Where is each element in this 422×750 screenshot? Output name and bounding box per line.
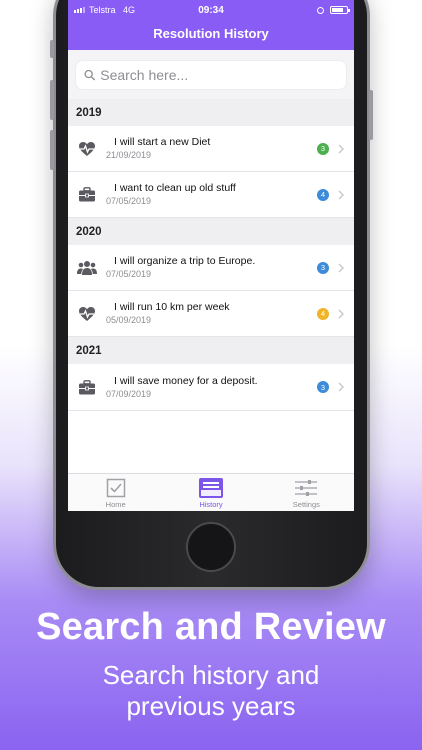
briefcase-icon: [68, 379, 106, 395]
list-item-text: I will start a new Diet 21/09/2019: [106, 136, 317, 161]
section-header-2020: 2020: [68, 218, 354, 245]
caption-headline: Search and Review: [36, 606, 386, 648]
chevron-right-icon: [338, 190, 344, 199]
home-button[interactable]: [186, 522, 236, 572]
page-title: Resolution History: [153, 26, 269, 41]
list-item-text: I want to clean up old stuff 07/05/2019: [106, 182, 317, 207]
chevron-right-icon: [338, 263, 344, 272]
tab-home[interactable]: Home: [68, 474, 163, 511]
tab-home-label: Home: [105, 500, 126, 509]
list-item[interactable]: I want to clean up old stuff 07/05/2019 4: [68, 172, 354, 218]
tab-history-label: History: [199, 500, 223, 509]
list-item-title: I will run 10 km per week: [114, 301, 230, 313]
list-item[interactable]: I will start a new Diet 21/09/2019 3: [68, 126, 354, 172]
list-item[interactable]: I will organize a trip to Europe. 07/05/2…: [68, 245, 354, 291]
resolution-list: 2019 I will start a new Diet 21/09/2019 3 I …: [68, 99, 354, 410]
count-badge: 3: [317, 381, 329, 393]
tab-bar: Home History Settings: [68, 473, 354, 511]
count-badge: 4: [317, 307, 329, 320]
checkbox-icon: [106, 478, 125, 498]
power-button: [369, 90, 373, 140]
heartbeat-icon: [68, 141, 106, 157]
list-item[interactable]: I will save money for a deposit. 07/09/20…: [68, 364, 354, 410]
tab-settings[interactable]: Settings: [259, 474, 354, 511]
battery-icon: [330, 6, 350, 14]
list-item-text: I will organize a trip to Europe. 07/05/2…: [106, 255, 317, 280]
search-input[interactable]: [100, 67, 338, 83]
list-divider: [68, 410, 354, 411]
status-bar: Telstra 4G 09:34: [68, 0, 354, 20]
tab-settings-label: Settings: [292, 500, 320, 509]
sliders-icon: [295, 480, 318, 496]
count-badge: 4: [317, 188, 329, 201]
briefcase-icon: [68, 187, 106, 202]
list-item-date: 07/05/2019: [106, 196, 152, 206]
volume-down-button: [50, 130, 54, 170]
search-icon: [84, 69, 96, 81]
list-item-date: 07/09/2019: [106, 388, 152, 399]
navigation-bar: Telstra 4G 09:34 Resolution History: [68, 0, 354, 50]
people-icon: [68, 260, 106, 276]
list-item-title: I will organize a trip to Europe.: [114, 255, 256, 267]
chevron-right-icon: [338, 144, 344, 153]
section-header-2021: 2021: [68, 337, 354, 364]
status-time: 09:34: [198, 4, 224, 16]
tab-history[interactable]: History: [163, 474, 258, 511]
list-item-date: 05/09/2019: [106, 315, 152, 325]
mute-switch: [50, 40, 54, 58]
count-badge: 3: [317, 261, 329, 274]
search-field-container[interactable]: [75, 60, 347, 90]
list-item-text: I will run 10 km per week 05/09/2019: [106, 301, 317, 326]
list-item-title: I will start a new Diet: [114, 136, 211, 148]
count-badge: 3: [317, 142, 329, 155]
list-item[interactable]: I will run 10 km per week 05/09/2019 4: [68, 291, 354, 337]
search-bar: [68, 50, 354, 99]
chevron-right-icon: [338, 309, 344, 318]
app-screen: Telstra 4G 09:34 Resolution History 2019…: [68, 0, 354, 511]
caption-subline: Search history and previous years: [102, 660, 320, 721]
inbox-icon: [198, 478, 223, 498]
section-header-2019: 2019: [68, 99, 354, 126]
volume-up-button: [50, 80, 54, 120]
list-item-date: 07/05/2019: [106, 269, 152, 279]
list-item-title: I want to clean up old stuff: [114, 182, 236, 194]
heartbeat-icon: [68, 306, 106, 322]
list-item-date: 21/09/2019: [106, 150, 152, 160]
chevron-right-icon: [338, 382, 344, 392]
list-item-title: I will save money for a deposit.: [114, 374, 258, 387]
list-item-text: I will save money for a deposit. 07/09/20…: [106, 375, 317, 400]
